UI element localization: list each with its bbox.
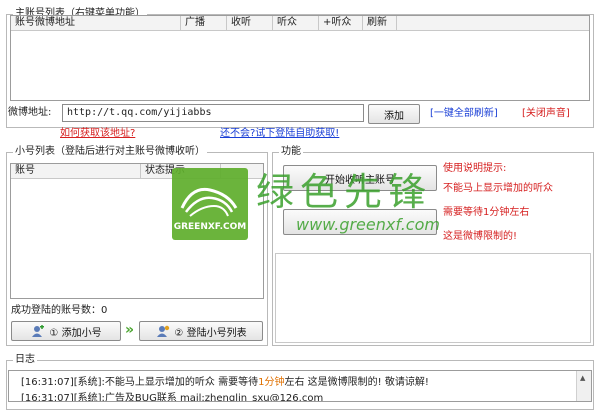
usage-line-1: 不能马上显示增加的听众: [443, 183, 553, 194]
main-account-list-header: 账号微博地址 广播 收听 听众 +听众 刷新: [11, 16, 589, 31]
scroll-up-icon[interactable]: ▲: [580, 374, 585, 382]
mute-sound-link[interactable]: [关闭声音]: [522, 108, 570, 120]
column-header-account[interactable]: 账号: [11, 164, 141, 178]
success-count-label: 成功登陆的账号数：0: [11, 305, 107, 317]
watermark-logo-text: GREENXF.COM: [173, 222, 247, 232]
log-line-1-prefix: [16:31:07][系统]:不能马上显示增加的听众 需要等待: [21, 377, 259, 388]
function-output-area[interactable]: [275, 253, 591, 343]
log-area[interactable]: [16:31:07][系统]:不能马上显示增加的听众 需要等待1分钟左右 这是微…: [8, 370, 592, 402]
log-line-1: [16:31:07][系统]:不能马上显示增加的听众 需要等待1分钟左右 这是微…: [21, 376, 429, 390]
column-header-broadcast[interactable]: 广播: [181, 16, 227, 30]
watermark-url: www.greenxf.com: [296, 215, 440, 234]
log-line-2: [16:31:07][系统]:广告及BUG联系 mail:zhenglin_sx…: [21, 393, 324, 402]
log-line-1-suffix: 左右 这是微博限制的! 敬请谅解!: [284, 377, 429, 388]
refresh-all-link[interactable]: [一键全部刷新]: [430, 108, 498, 120]
add-button[interactable]: 添加: [368, 104, 420, 124]
watermark-chinese: 绿色先锋: [256, 170, 433, 214]
add-sub-account-label: ① 添加小号: [49, 327, 102, 339]
user-login-icon: [155, 324, 171, 338]
column-header-weibo-address[interactable]: 账号微博地址: [11, 16, 181, 30]
usage-line-2: 需要等待1分钟左右: [443, 207, 530, 218]
arrow-icon: »: [125, 322, 135, 338]
login-sub-list-label: ② 登陆小号列表: [174, 327, 247, 339]
success-count-text: 成功登陆的账号数：: [11, 305, 101, 316]
column-header-plus-listeners[interactable]: +听众: [319, 16, 363, 30]
column-header-follow[interactable]: 收听: [227, 16, 273, 30]
log-group-title: 日志: [13, 354, 37, 366]
add-sub-account-button[interactable]: ① 添加小号: [11, 321, 121, 341]
log-line-1-highlight: 1分钟: [258, 377, 285, 388]
column-header-listeners[interactable]: 听众: [273, 16, 319, 30]
usage-line-3: 这是微博限制的!: [443, 231, 518, 242]
column-header-refresh[interactable]: 刷新: [363, 16, 397, 30]
usage-title: 使用说明提示:: [443, 163, 507, 174]
sub-account-group-title: 小号列表（登陆后进行对主账号微博收听）: [13, 146, 207, 158]
log-scrollbar[interactable]: ▲: [576, 371, 591, 401]
user-add-icon: [30, 324, 46, 338]
weibo-address-input[interactable]: http://t.qq.com/yijiabbs: [62, 104, 364, 122]
how-to-get-address-link[interactable]: 如何获取该地址?: [60, 128, 135, 140]
login-sub-list-button[interactable]: ② 登陆小号列表: [139, 321, 263, 341]
function-group-title: 功能: [279, 146, 303, 158]
success-count-value: 0: [101, 305, 108, 316]
weibo-address-label: 微博地址:: [8, 107, 52, 118]
auto-get-address-link[interactable]: 还不会?试下登陆自助获取!: [220, 128, 339, 140]
watermark-logo: GREENXF.COM: [172, 168, 248, 240]
main-account-list[interactable]: 账号微博地址 广播 收听 听众 +听众 刷新: [10, 15, 590, 101]
